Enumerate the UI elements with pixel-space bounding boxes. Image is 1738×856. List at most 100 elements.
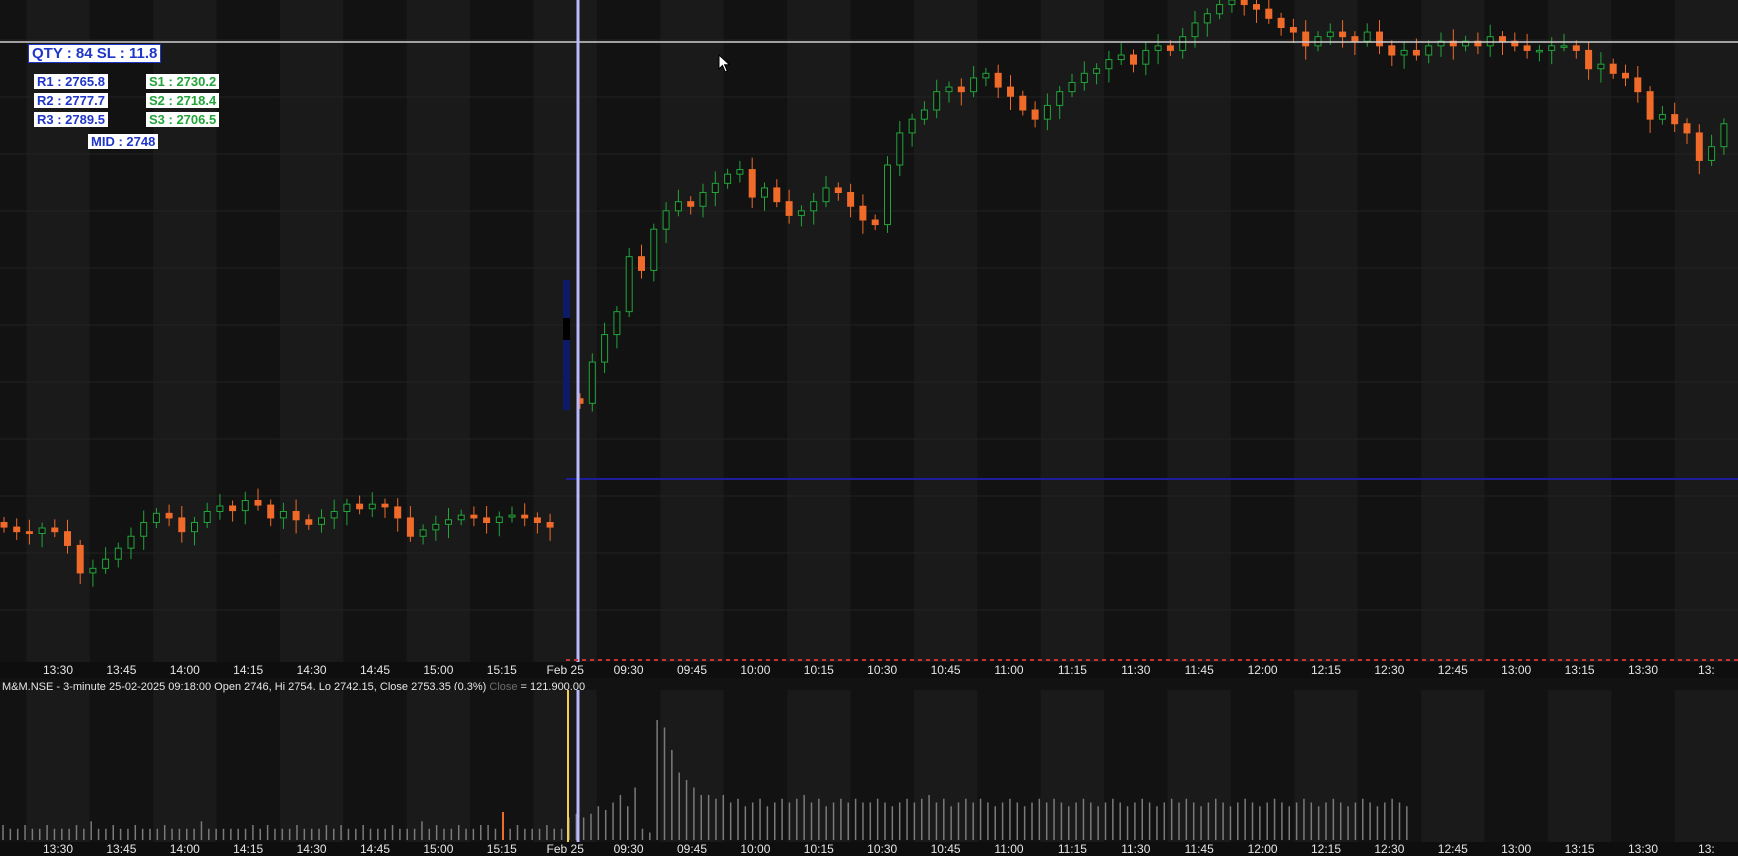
session-candle-body xyxy=(1671,114,1679,125)
prev-candle-body xyxy=(419,529,427,537)
prev-candle-body xyxy=(508,514,516,518)
prev-candle-body xyxy=(533,517,541,524)
volume-axis-tick-label: 15:15 xyxy=(486,842,517,856)
volume-grid-band xyxy=(1421,690,1485,842)
price-axis-tick-label: 14:00 xyxy=(169,663,200,677)
session-candle-body xyxy=(1179,36,1187,51)
volume-axis-tick-label: 12:45 xyxy=(1437,842,1468,856)
session-candle-body xyxy=(847,192,855,207)
grid-band xyxy=(1294,0,1358,662)
grid-band xyxy=(913,0,978,662)
price-chart[interactable] xyxy=(0,0,1738,662)
session-candle-body xyxy=(1154,45,1162,51)
volume-axis-tick-label: 12:30 xyxy=(1374,842,1405,856)
qty-sl-label: QTY : 84 SL : 11.8 xyxy=(28,44,162,63)
volume-axis-tick-label: Feb 25 xyxy=(546,842,584,856)
prev-candle-body xyxy=(495,516,503,523)
grid-band xyxy=(1167,0,1231,662)
session-candle-body xyxy=(1683,123,1691,134)
volume-axis-tick-label: 15:00 xyxy=(423,842,454,856)
prev-candle-body xyxy=(483,517,491,524)
session-candle-body xyxy=(933,91,941,111)
session-candle-body xyxy=(588,361,596,404)
volume-axis-tick-label: 14:00 xyxy=(169,842,200,856)
session-candle-body xyxy=(662,210,670,230)
prev-candle-body xyxy=(51,527,59,533)
volume-chart[interactable] xyxy=(0,690,1738,842)
session-candle-body xyxy=(625,256,633,313)
prev-candle-body xyxy=(267,504,275,519)
session-candle-body xyxy=(1203,13,1211,24)
session-candle-body xyxy=(1302,31,1310,47)
session-candle-body xyxy=(711,182,719,193)
volume-axis-tick-label: 10:45 xyxy=(930,842,961,856)
price-time-axis[interactable]: 13:30 13:45 14:00 14:15 14:30 14:45 15:00 15:15… xyxy=(0,662,1738,678)
session-candle-body xyxy=(761,187,768,198)
prev-candle-body xyxy=(89,567,97,574)
s1-level-label: S1 : 2730.2 xyxy=(146,74,220,89)
prev-candle-body xyxy=(216,505,224,512)
session-candle-body xyxy=(834,187,842,194)
session-candle-body xyxy=(687,201,695,207)
session-candle-body xyxy=(957,86,965,93)
session-candle-body xyxy=(1191,22,1199,38)
session-candle-body xyxy=(724,173,732,184)
session-candle-body xyxy=(1425,45,1433,56)
volume-axis-tick-label: 11:15 xyxy=(1057,842,1087,856)
grid-band xyxy=(1547,0,1612,662)
volume-axis-tick-label: 14:30 xyxy=(296,842,327,856)
volume-axis-tick-label: 14:15 xyxy=(233,842,264,856)
price-axis-tick-label: 13:30 xyxy=(42,663,74,677)
volume-grid-band xyxy=(1674,690,1738,842)
price-axis-tick-label: 12:30 xyxy=(1374,663,1405,677)
prev-candle-body xyxy=(470,514,478,519)
price-axis-tick-label: 13: xyxy=(1698,663,1715,677)
session-candle-body xyxy=(1720,123,1728,148)
volume-axis-tick-label: 11:30 xyxy=(1121,842,1151,856)
session-candle-body xyxy=(1634,77,1642,93)
prev-candle-body xyxy=(292,511,300,521)
volume-chart-canvas[interactable] xyxy=(0,690,1738,842)
volume-time-axis[interactable]: 13:30 13:45 14:00 14:15 14:30 14:45 15:00 15:15… xyxy=(0,842,1738,856)
price-chart-canvas[interactable] xyxy=(0,0,1738,662)
prev-candle-body xyxy=(0,522,8,528)
session-candle-body xyxy=(1056,91,1064,106)
session-candle-body xyxy=(982,72,990,79)
volume-axis-tick-label: 13:15 xyxy=(1564,842,1595,856)
prev-candle-body xyxy=(394,506,402,519)
session-candle-body xyxy=(785,201,793,216)
session-candle-body xyxy=(908,118,916,134)
prev-candle-body xyxy=(203,511,211,523)
volume-grid-band xyxy=(660,690,724,842)
prev-candle-body xyxy=(76,544,84,574)
r1-level-label: R1 : 2765.8 xyxy=(34,74,108,89)
session-candle-body xyxy=(1535,49,1543,53)
session-candle-body xyxy=(1166,45,1174,51)
volume-grid-band xyxy=(279,690,344,842)
volume-axis-tick-label: 10:15 xyxy=(803,842,834,856)
price-axis-tick-label: 10:45 xyxy=(930,663,961,677)
prev-candle-body xyxy=(64,531,71,546)
volume-grid-band xyxy=(153,690,217,842)
session-candle-body xyxy=(699,192,707,207)
session-candle-body xyxy=(1228,0,1236,6)
prev-candle-body xyxy=(546,522,554,528)
grid-band xyxy=(406,0,471,662)
grid-band xyxy=(1421,0,1485,662)
session-candle-body xyxy=(1560,45,1568,48)
price-axis-tick-label: 14:15 xyxy=(233,663,264,677)
session-candle-body xyxy=(1080,72,1088,84)
price-axis-tick-label: 12:00 xyxy=(1247,663,1278,677)
price-axis-tick-label: 10:30 xyxy=(867,663,898,677)
price-axis-tick-label: 11:45 xyxy=(1184,663,1214,677)
volume-grid-band xyxy=(1167,690,1231,842)
price-axis-tick-label: 11:15 xyxy=(1057,663,1087,677)
s2-level-label: S2 : 2718.4 xyxy=(146,93,220,108)
prev-candle-body xyxy=(254,500,262,506)
session-candle-body xyxy=(650,228,658,271)
session-candle-body xyxy=(674,201,682,212)
session-candle-body xyxy=(748,169,756,198)
session-candle-body xyxy=(1708,146,1716,161)
price-axis-tick-label: 11:00 xyxy=(994,663,1024,677)
s3-level-label: S3 : 2706.5 xyxy=(146,112,220,127)
